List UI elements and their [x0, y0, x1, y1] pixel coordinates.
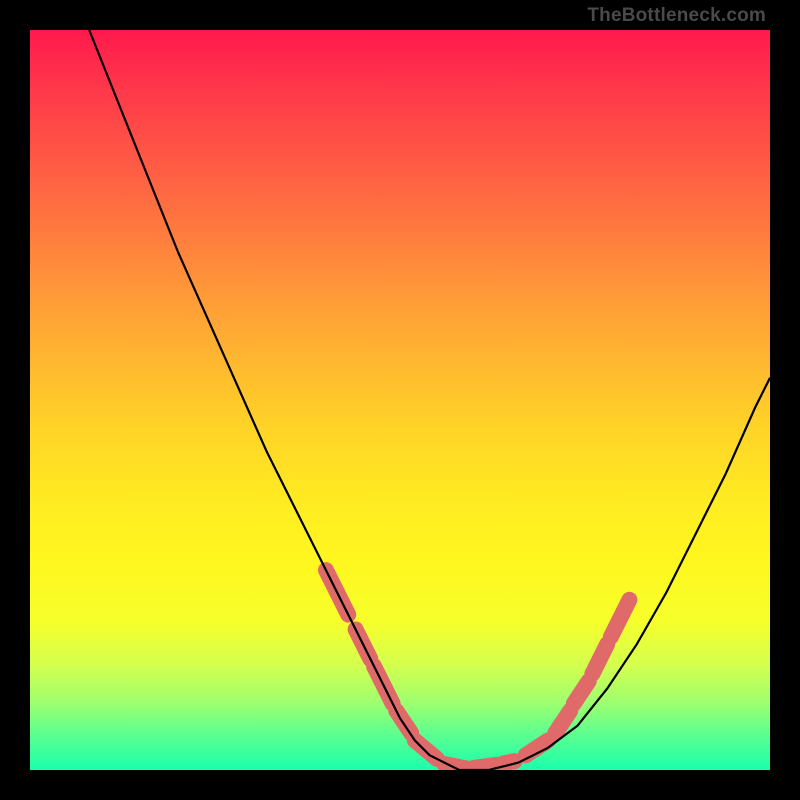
chart-frame: [30, 30, 770, 770]
highlight-segment: [474, 765, 496, 768]
highlight-segments: [326, 570, 629, 768]
bottleneck-curve: [89, 30, 770, 770]
highlight-segment: [574, 681, 589, 703]
highlight-segment: [592, 644, 607, 674]
highlight-segment: [555, 711, 570, 733]
highlight-segment: [611, 600, 630, 637]
watermark-text: TheBottleneck.com: [587, 5, 766, 27]
chart-svg: [30, 30, 770, 770]
